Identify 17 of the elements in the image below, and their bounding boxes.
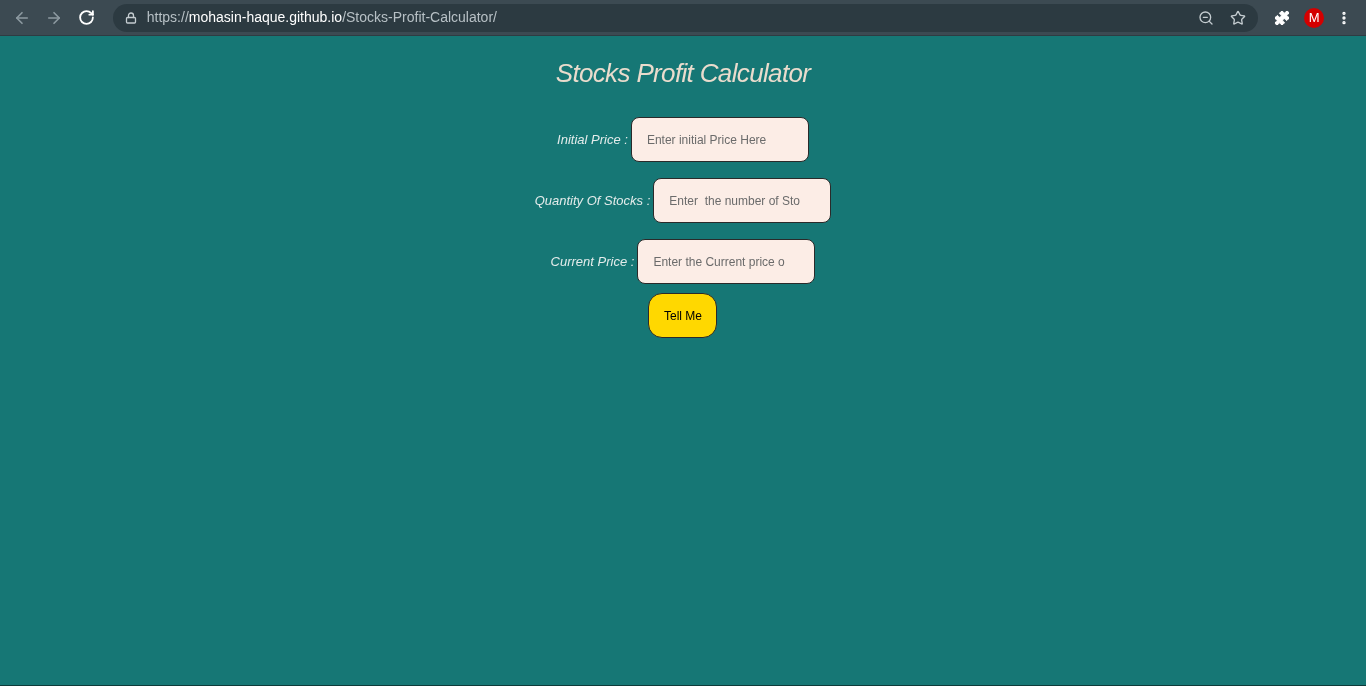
address-bar[interactable]: https://mohasin-haque.github.io/Stocks-Profit-Calculator/ <box>112 3 1259 32</box>
field-label: Quantity Of Stocks : <box>534 191 651 210</box>
page-title: Stocks Profit Calculator <box>555 57 811 90</box>
reload-button[interactable] <box>76 7 97 28</box>
star-icon <box>1230 9 1247 26</box>
field-label: Initial Price : <box>557 130 628 149</box>
input-field[interactable]: Enter initial Price Here <box>630 117 809 162</box>
url-text: https://mohasin-haque.github.io/Stocks-Profit-Calculator/ <box>146 8 497 27</box>
puzzle-icon <box>1274 9 1291 26</box>
profile-avatar[interactable]: M <box>1304 7 1324 28</box>
reload-icon <box>78 9 96 26</box>
lock-icon <box>124 11 137 24</box>
tell-me-button[interactable]: Tell Me <box>648 293 718 338</box>
zoom-out-icon <box>1198 9 1215 26</box>
input-field[interactable]: Enter the number of Sto <box>653 178 832 223</box>
field-label: Current Price : <box>550 252 635 271</box>
input-field[interactable]: Enter the Current price o <box>637 239 816 284</box>
